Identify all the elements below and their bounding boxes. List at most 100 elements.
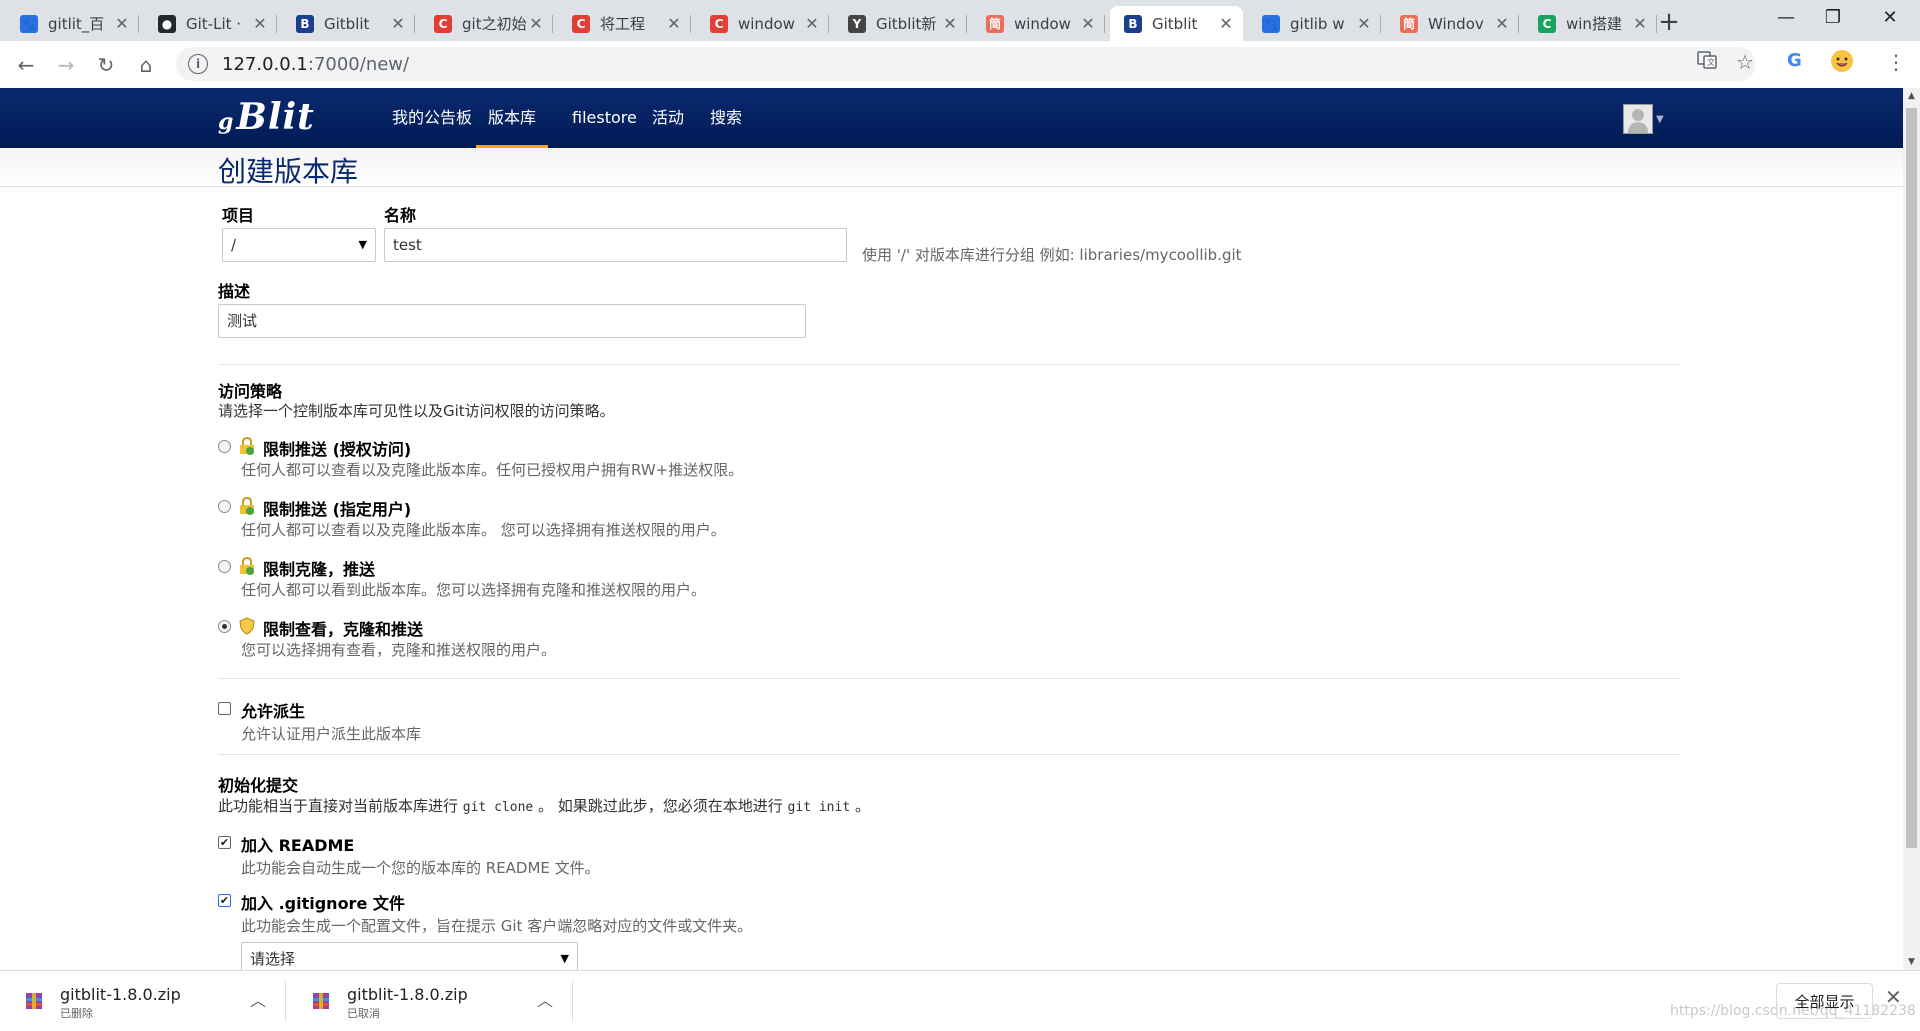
- csdn-c-icon: C: [710, 14, 728, 33]
- tab-title: Gitblit: [1152, 14, 1198, 33]
- csdn-c-icon: C: [434, 14, 452, 33]
- name-label: 名称: [384, 206, 417, 225]
- github-icon: ●: [158, 14, 176, 33]
- chevron-down-icon: ▼: [358, 238, 367, 251]
- scroll-down-icon[interactable]: ▼: [1903, 954, 1920, 970]
- zip-archive-icon: [311, 991, 331, 1011]
- download-item[interactable]: gitblit-1.8.0.zip 已删除 ︿: [0, 971, 285, 1031]
- download-shelf: gitblit-1.8.0.zip 已删除 ︿ gitblit-1.8.0.zip 已取…: [0, 970, 1920, 1031]
- browser-tab[interactable]: Y Gitblit新 ✕: [834, 6, 967, 41]
- google-icon[interactable]: G: [1787, 50, 1802, 71]
- address-url[interactable]: 127.0.0.1:7000/new/: [222, 54, 409, 75]
- nav-item[interactable]: 搜索: [698, 88, 754, 148]
- download-separator: [572, 981, 573, 1021]
- add-gitignore-label: 加入 .gitignore 文件: [241, 894, 405, 913]
- scrollbar-thumb[interactable]: [1906, 108, 1917, 848]
- access-policy-radio[interactable]: [218, 620, 231, 633]
- browser-tab[interactable]: 🐾 gitlib w ✕: [1248, 6, 1381, 41]
- nav-item[interactable]: 活动: [640, 88, 696, 148]
- address-bar[interactable]: i 127.0.0.1:7000/new/: [176, 47, 1756, 81]
- bookmark-star-icon[interactable]: ☆: [1736, 50, 1754, 74]
- download-filename: gitblit-1.8.0.zip: [60, 985, 181, 1004]
- divider: [218, 364, 1680, 365]
- translate-icon[interactable]: 文: [1697, 50, 1717, 75]
- browser-tab[interactable]: 🐾 gitlit_百 ✕: [6, 6, 139, 41]
- gitblit-b-icon: B: [1124, 14, 1142, 33]
- nav-item[interactable]: 版本库: [476, 88, 549, 148]
- page-header: 创建版本库: [0, 148, 1903, 188]
- restore-window-button[interactable]: ❐: [1803, 0, 1863, 36]
- close-tab-icon[interactable]: ✕: [1079, 14, 1097, 33]
- tab-title: Git-Lit ·: [186, 14, 242, 33]
- download-item[interactable]: gitblit-1.8.0.zip 已取消 ︿: [287, 971, 572, 1031]
- browser-tab[interactable]: Cgit之初始 ✕: [420, 6, 553, 41]
- tab-title: window: [738, 14, 795, 33]
- browser-tab-strip: 🐾 gitlit_百 ✕ ● Git-Lit · ✕ B Gitblit ✕ Cgit之初始 ✕ C 将…: [0, 0, 1920, 41]
- close-tab-icon[interactable]: ✕: [1493, 14, 1511, 33]
- browser-tab[interactable]: C 将工程 ✕: [558, 6, 691, 41]
- description-label: 描述: [218, 282, 251, 301]
- close-tab-icon[interactable]: ✕: [1631, 14, 1649, 33]
- close-tab-icon[interactable]: ✕: [251, 14, 269, 33]
- scroll-up-icon[interactable]: ▲: [1903, 88, 1920, 104]
- browser-tab[interactable]: B Gitblit ✕: [282, 6, 415, 41]
- browser-toolbar: ← → ↻ ⌂ i 127.0.0.1:7000/new/ 文 ☆ G ⋮: [0, 41, 1920, 89]
- close-window-button[interactable]: ✕: [1860, 0, 1920, 36]
- lock-icon: [238, 496, 256, 515]
- access-policy-desc: 您可以选择拥有查看，克隆和推送权限的用户。: [241, 641, 557, 659]
- close-tab-icon[interactable]: ✕: [803, 14, 821, 33]
- reload-icon[interactable]: ↻: [92, 51, 120, 79]
- gitignore-select[interactable]: 请选择 ▼: [241, 942, 578, 970]
- close-tab-icon[interactable]: ✕: [113, 14, 131, 33]
- new-tab-button[interactable]: +: [1655, 8, 1683, 36]
- tab-title: win搭建: [1566, 15, 1622, 33]
- vertical-scrollbar[interactable]: ▲ ▼: [1903, 88, 1920, 970]
- jianshu-icon: 简: [1400, 14, 1418, 33]
- nav-item[interactable]: filestore: [560, 88, 649, 148]
- description-input[interactable]: 测试: [218, 304, 806, 338]
- close-tab-icon[interactable]: ✕: [941, 14, 959, 33]
- access-policy-radio[interactable]: [218, 500, 231, 513]
- access-policy-desc: 任何人都可以看到此版本库。您可以选择拥有克隆和推送权限的用户。: [241, 581, 707, 599]
- back-arrow-icon[interactable]: ←: [12, 51, 40, 79]
- close-tab-icon[interactable]: ✕: [527, 14, 545, 33]
- project-select[interactable]: / ▼: [222, 228, 376, 262]
- browser-tab[interactable]: 简 Windov ✕: [1386, 6, 1519, 41]
- profile-emoji-icon[interactable]: [1830, 49, 1854, 78]
- add-readme-label: 加入 README: [241, 836, 355, 855]
- forward-arrow-icon[interactable]: →: [52, 51, 80, 79]
- access-policy-radio[interactable]: [218, 440, 231, 453]
- download-separator: [285, 981, 286, 1021]
- close-icon[interactable]: ✕: [1885, 985, 1902, 1009]
- allow-fork-checkbox[interactable]: [218, 702, 231, 715]
- close-tab-icon[interactable]: ✕: [1217, 14, 1235, 33]
- show-all-downloads-button[interactable]: 全部显示: [1776, 983, 1873, 1019]
- browser-tab[interactable]: ● Git-Lit · ✕: [144, 6, 277, 41]
- browser-tab[interactable]: Cwin搭建 ✕: [1524, 6, 1657, 41]
- nav-item[interactable]: 我的公告板: [380, 88, 484, 148]
- access-policy-radio[interactable]: [218, 560, 231, 573]
- baidu-paw-icon: 🐾: [1262, 14, 1280, 33]
- home-icon[interactable]: ⌂: [132, 51, 160, 79]
- user-avatar[interactable]: [1623, 104, 1653, 134]
- browser-menu-icon[interactable]: ⋮: [1886, 50, 1906, 74]
- chevron-up-icon[interactable]: ︿: [250, 987, 266, 1011]
- browser-tab[interactable]: Cwindow ✕: [696, 6, 829, 41]
- close-tab-icon[interactable]: ✕: [389, 14, 407, 33]
- user-menu-caret-icon[interactable]: ▼: [1656, 114, 1664, 125]
- add-gitignore-checkbox[interactable]: ✔: [218, 894, 231, 907]
- close-tab-icon[interactable]: ✕: [1355, 14, 1373, 33]
- site-info-icon[interactable]: i: [188, 54, 208, 74]
- repository-name-input[interactable]: test: [384, 228, 847, 262]
- browser-tab[interactable]: B Gitblit ✕: [1110, 6, 1243, 41]
- close-tab-icon[interactable]: ✕: [665, 14, 683, 33]
- chevron-up-icon[interactable]: ︿: [537, 987, 553, 1011]
- browser-tab[interactable]: 简 window ✕: [972, 6, 1105, 41]
- shield-icon: [238, 617, 256, 635]
- lock-icon: [238, 556, 256, 575]
- gitblit-logo[interactable]: gBlit: [218, 96, 315, 138]
- initial-commit-title: 初始化提交: [218, 776, 299, 795]
- tab-title: Windov: [1428, 14, 1484, 33]
- gitblit-navbar: gBlit 我的公告板 版本库 filestore 活动 搜索 ▼: [0, 88, 1920, 148]
- add-readme-checkbox[interactable]: ✔: [218, 836, 231, 849]
